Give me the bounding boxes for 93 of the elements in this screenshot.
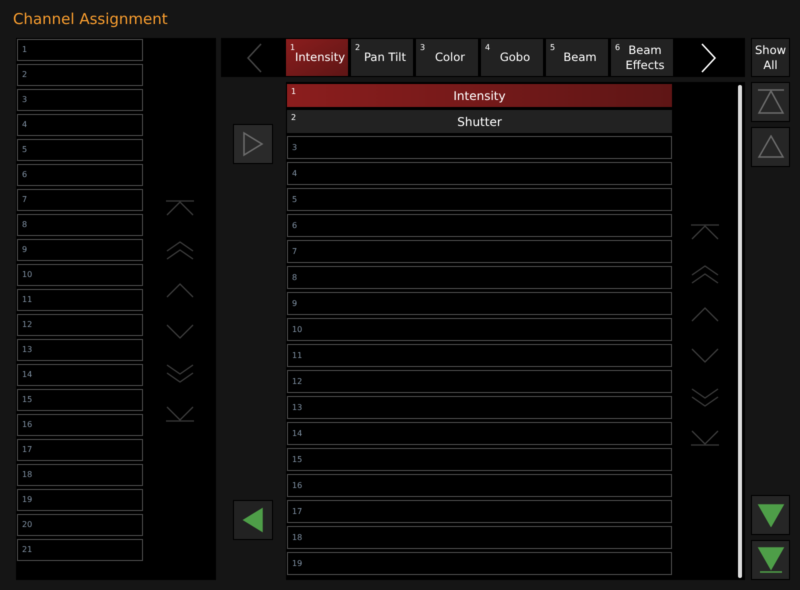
tab-number: 6: [615, 44, 620, 52]
row-number: 2: [291, 114, 296, 122]
scrollbar[interactable]: [738, 85, 742, 578]
channel-slot[interactable]: 16: [17, 414, 143, 436]
channel-slot[interactable]: 7: [17, 189, 143, 211]
row-number: 9: [292, 300, 298, 308]
row-number: 14: [292, 430, 302, 438]
page-up-icon[interactable]: [690, 265, 720, 284]
move-button[interactable]: [751, 540, 790, 580]
channel-row[interactable]: 16: [287, 474, 672, 497]
unassign-button[interactable]: [233, 500, 273, 540]
channel-slot[interactable]: 11: [17, 289, 143, 311]
channel-row[interactable]: 11: [287, 344, 672, 367]
tab-number: 2: [355, 44, 360, 52]
tab-number: 1: [290, 44, 296, 52]
row-number: 15: [292, 456, 302, 464]
row-number: 10: [292, 326, 302, 334]
channel-row[interactable]: 19: [287, 552, 672, 575]
window-title: Channel Assignment: [13, 8, 168, 30]
channel-slot[interactable]: 18: [17, 464, 143, 486]
tab-number: 4: [485, 44, 490, 52]
channel-row[interactable]: 2 Shutter: [287, 110, 672, 133]
page-down-icon[interactable]: [164, 364, 194, 383]
play-left-icon: [242, 507, 264, 533]
row-number: 3: [292, 144, 298, 152]
move-to-top-icon: [756, 89, 784, 115]
row-number: 12: [292, 378, 302, 386]
channel-row[interactable]: 3: [287, 136, 672, 159]
channel-slot[interactable]: 9: [17, 239, 143, 261]
channel-row[interactable]: 12: [287, 370, 672, 393]
channel-slot[interactable]: 21: [17, 539, 143, 561]
channel-slot[interactable]: 19: [17, 489, 143, 511]
channel-row[interactable]: 9: [287, 292, 672, 315]
tab-number: 3: [420, 44, 426, 52]
channel-slot[interactable]: 5: [17, 139, 143, 161]
move-to-bottom-icon: [756, 547, 784, 573]
move-up-icon: [756, 135, 784, 159]
channel-row[interactable]: 7: [287, 240, 672, 263]
row-label: Intensity: [453, 88, 506, 104]
channel-slot[interactable]: 13: [17, 339, 143, 361]
row-number: 1: [291, 88, 296, 96]
category-tab[interactable]: 5 Beam: [546, 39, 608, 76]
channel-slot[interactable]: 6: [17, 164, 143, 186]
tab-number: 5: [550, 44, 556, 52]
category-tab[interactable]: 3 Color: [416, 39, 478, 76]
move-down-icon: [756, 503, 784, 527]
row-label: Shutter: [457, 114, 502, 130]
category-tab[interactable]: 4 Gobo: [481, 39, 543, 76]
channel-row[interactable]: 18: [287, 526, 672, 549]
row-number: 4: [292, 170, 298, 178]
channel-slot[interactable]: 1: [17, 39, 143, 61]
channel-slot[interactable]: 10: [17, 264, 143, 286]
play-right-icon: [242, 131, 264, 157]
channel-slot[interactable]: 8: [17, 214, 143, 236]
scroll-bottom-icon[interactable]: [690, 429, 720, 448]
category-tab[interactable]: 6 Beam Effects: [611, 39, 673, 76]
category-tab[interactable]: 1 Intensity: [286, 39, 348, 76]
row-number: 13: [292, 404, 302, 412]
channel-slot[interactable]: 14: [17, 364, 143, 386]
row-number: 7: [292, 248, 298, 256]
channel-slot[interactable]: 20: [17, 514, 143, 536]
channel-row[interactable]: 1 Intensity: [287, 84, 672, 107]
channel-row[interactable]: 17: [287, 500, 672, 523]
channel-row[interactable]: 5: [287, 188, 672, 211]
channel-row[interactable]: 8: [287, 266, 672, 289]
chevron-left-icon: [246, 42, 262, 72]
show-all-button[interactable]: Show All: [751, 38, 790, 77]
row-number: 5: [292, 196, 298, 204]
row-number: 16: [292, 482, 302, 490]
category-tab[interactable]: 2 Pan Tilt: [351, 39, 413, 76]
row-number: 8: [292, 274, 298, 282]
channel-slot[interactable]: 12: [17, 314, 143, 336]
move-button[interactable]: [751, 495, 790, 535]
channel-slot[interactable]: 17: [17, 439, 143, 461]
channel-row[interactable]: 6: [287, 214, 672, 237]
row-number: 6: [292, 222, 298, 230]
channel-row[interactable]: 10: [287, 318, 672, 341]
row-number: 11: [292, 352, 302, 360]
channel-row[interactable]: 14: [287, 422, 672, 445]
channel-slot[interactable]: 2: [17, 64, 143, 86]
row-number: 17: [292, 508, 302, 516]
channel-slot[interactable]: 3: [17, 89, 143, 111]
channel-row[interactable]: 13: [287, 396, 672, 419]
row-number: 18: [292, 534, 302, 542]
channel-row[interactable]: 15: [287, 448, 672, 471]
channel-slot[interactable]: 4: [17, 114, 143, 136]
channel-slot[interactable]: 15: [17, 389, 143, 411]
chevron-right-icon: [701, 42, 717, 72]
channel-row[interactable]: 4: [287, 162, 672, 185]
row-number: 19: [292, 560, 302, 568]
scroll-bottom-icon[interactable]: [164, 405, 194, 424]
page-up-icon[interactable]: [164, 241, 194, 260]
page-down-icon[interactable]: [690, 388, 720, 407]
